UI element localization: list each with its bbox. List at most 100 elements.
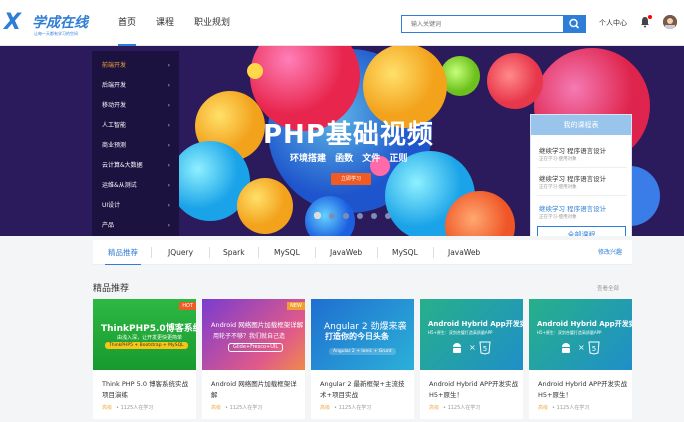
- schedule-item[interactable]: 继续学习 程序语言设计 正在学习-使用对象: [539, 173, 629, 190]
- tab-javaweb-2[interactable]: JavaWeb: [448, 240, 480, 265]
- android-icon: [453, 343, 461, 353]
- course-title: Angular 2 最新框架+主流技术+项目实战: [320, 380, 405, 399]
- sidebar-item-label: 运维&从测试: [102, 182, 137, 189]
- chevron-right-icon: ›: [167, 202, 170, 209]
- schedule-title: 我的课程表: [531, 115, 631, 135]
- sidebar-item-mobile[interactable]: 移动开发 ›: [102, 96, 174, 116]
- thumbnail-subtitle: 由浅入深，让开发更快更简单: [117, 335, 183, 341]
- carousel-dot[interactable]: [385, 213, 391, 219]
- sidebar-item-ops[interactable]: 运维&从测试 ›: [102, 176, 174, 196]
- chevron-right-icon: ›: [167, 142, 170, 149]
- banner-subtitle: 环境搭建 函数 文件 正则: [290, 154, 408, 164]
- tab-spark[interactable]: Spark: [223, 240, 245, 265]
- course-card[interactable]: Android Hybrid App开发实战 H5+原生：双剑合璧打造高质量AP…: [529, 299, 632, 419]
- course-title: Android Hybrid APP开发实战 H5+原生！: [429, 380, 519, 399]
- sidebar-item-business[interactable]: 商业预测 ›: [102, 136, 174, 156]
- thumbnail-title: Android 网络图片加载框架详解: [211, 321, 304, 329]
- course-learners: 1125人在学习: [447, 405, 481, 411]
- course-level: 高级: [320, 405, 331, 411]
- banner-title: PHP基础视频: [263, 120, 434, 150]
- top-header: X 学成在线 让每一天都有学习的空间 首页 课程 职业规划 个人中心: [0, 0, 684, 46]
- android-icon: [562, 343, 570, 353]
- interest-tabs: 精品推荐 JQuery Spark MySQL JavaWeb MySQL Ja…: [93, 240, 632, 265]
- sidebar-item-backend[interactable]: 后端开发 ›: [102, 76, 174, 96]
- sidebar-item-product[interactable]: 产品 ›: [102, 216, 174, 236]
- dot-separator: •: [116, 405, 119, 411]
- course-level: 高级: [538, 405, 549, 411]
- nav-home[interactable]: 首页: [118, 0, 137, 46]
- thumbnail-title: ThinkPHP5.0博客系统实战: [101, 324, 196, 334]
- carousel-dot[interactable]: [329, 213, 335, 219]
- user-center-link[interactable]: 个人中心: [599, 18, 627, 28]
- plus-icon: ×: [578, 343, 585, 352]
- category-sidebar: 前端开发 › 后端开发 › 移动开发 › 人工智能 › 商业预测 › 云计算&大数据 › 运…: [92, 51, 179, 236]
- hot-badge: HOT: [179, 302, 196, 310]
- divider: [537, 195, 627, 196]
- logo-mark: X: [4, 10, 21, 35]
- view-all-link[interactable]: 查看全部: [597, 284, 619, 292]
- course-thumbnail: Angular 2 劲爆来袭 打造你的今日头条 Angular 2 + Ioni…: [311, 299, 414, 370]
- sidebar-item-label: 人工智能: [102, 122, 127, 129]
- course-card[interactable]: Angular 2 劲爆来袭 打造你的今日头条 Angular 2 + Ioni…: [311, 299, 414, 419]
- chevron-right-icon: ›: [167, 102, 170, 109]
- carousel-dot[interactable]: [343, 213, 349, 219]
- tab-jquery[interactable]: JQuery: [168, 240, 193, 265]
- course-card[interactable]: Android 网络图片加载框架详解 用轮子不够？我们就自己造 Glide+Fr…: [202, 299, 305, 419]
- divider: [315, 247, 316, 258]
- search-button[interactable]: [563, 15, 586, 33]
- search-input[interactable]: [402, 16, 565, 32]
- sidebar-item-label: 云计算&大数据: [102, 162, 143, 169]
- schedule-item[interactable]: 继续学习 程序语言设计 正在学习-使用对象: [539, 203, 629, 220]
- carousel-dot[interactable]: [371, 213, 377, 219]
- main-nav: 首页 课程 职业规划: [118, 0, 250, 46]
- course-learners: 1125人在学习: [229, 405, 263, 411]
- site-logo[interactable]: X 学成在线 让每一天都有学习的空间: [4, 10, 94, 40]
- sidebar-item-label: 商业预测: [102, 142, 127, 149]
- schedule-item-title: 继续学习 程序语言设计: [539, 175, 607, 183]
- thumbnail-pill: Glide+Fresco+UIL: [228, 343, 284, 352]
- course-level: 高级: [429, 405, 440, 411]
- tab-mysql[interactable]: MySQL: [274, 240, 300, 265]
- sidebar-item-label: 移动开发: [102, 102, 127, 109]
- sidebar-item-cloud[interactable]: 云计算&大数据 ›: [102, 156, 174, 176]
- schedule-item-meta: 正在学习-使用对象: [539, 157, 577, 162]
- sidebar-item-ui[interactable]: UI设计 ›: [102, 196, 174, 216]
- course-title: Android Hybrid APP开发实战 H5+原生！: [538, 380, 628, 399]
- edit-interests-link[interactable]: 修改兴趣: [598, 240, 622, 265]
- search-icon: [569, 18, 580, 29]
- schedule-item[interactable]: 继续学习 程序语言设计 正在学习-使用对象: [539, 145, 629, 162]
- carousel-dot[interactable]: [314, 212, 321, 219]
- tab-featured[interactable]: 精品推荐: [105, 240, 141, 265]
- course-card[interactable]: ThinkPHP5.0博客系统实战 由浅入深，让开发更快更简单 ThinkPHP…: [93, 299, 196, 419]
- course-card[interactable]: Android Hybrid App开发实战 H5+原生：双剑合璧打造高质量AP…: [420, 299, 523, 419]
- all-courses-button[interactable]: 全部课程: [537, 226, 626, 236]
- divider: [209, 247, 210, 258]
- tab-mysql-2[interactable]: MySQL: [392, 240, 418, 265]
- course-meta: 高级 • 1125人在学习: [538, 404, 589, 411]
- schedule-item-title: 继续学习 程序语言设计: [539, 205, 607, 213]
- dot-separator: •: [334, 405, 337, 411]
- nav-courses[interactable]: 课程: [156, 0, 174, 46]
- dot-separator: •: [225, 405, 228, 411]
- chevron-right-icon: ›: [167, 222, 170, 229]
- chevron-right-icon: ›: [167, 162, 170, 169]
- nav-career[interactable]: 职业规划: [194, 0, 230, 46]
- hero-banner[interactable]: 前端开发 › 后端开发 › 移动开发 › 人工智能 › 商业预测 › 云计算&大数据 › 运…: [0, 46, 684, 236]
- dot-separator: •: [552, 405, 555, 411]
- schedule-item-title: 继续学习 程序语言设计: [539, 147, 607, 155]
- thumbnail-subtitle: H5+原生：双剑合璧打造高质量APP: [428, 330, 493, 335]
- course-thumbnail: Android Hybrid App开发实战 H5+原生：双剑合璧打造高质量AP…: [420, 299, 523, 370]
- sidebar-item-frontend[interactable]: 前端开发 ›: [102, 56, 174, 76]
- sidebar-item-label: UI设计: [102, 202, 121, 209]
- course-learners: 1125人在学习: [338, 405, 372, 411]
- thumbnail-title: Android Hybrid App开发实战: [428, 320, 523, 328]
- avatar[interactable]: [663, 15, 677, 29]
- dot-separator: •: [443, 405, 446, 411]
- tab-javaweb[interactable]: JavaWeb: [330, 240, 362, 265]
- carousel-dot[interactable]: [357, 213, 363, 219]
- section-title: 精品推荐: [93, 284, 130, 294]
- thumbnail-pill: ThinkPHP5 + Bootstrap + MySQL: [105, 342, 188, 349]
- start-learning-button[interactable]: 立即学习: [331, 173, 371, 185]
- sidebar-item-ai[interactable]: 人工智能 ›: [102, 116, 174, 136]
- sidebar-item-label: 前端开发: [102, 62, 127, 69]
